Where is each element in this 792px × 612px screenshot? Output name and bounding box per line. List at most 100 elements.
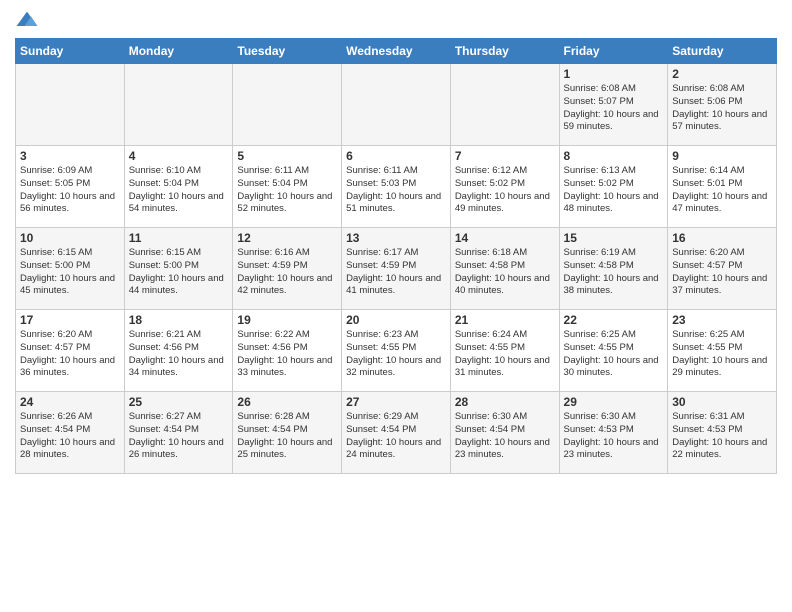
cell-info: Sunrise: 6:10 AM Sunset: 5:04 PM Dayligh… <box>129 165 229 216</box>
calendar-cell: 22 Sunrise: 6:25 AM Sunset: 4:55 PM Dayli… <box>559 310 668 392</box>
week-row-1: 3 Sunrise: 6:09 AM Sunset: 5:05 PM Daylig… <box>16 146 777 228</box>
col-header-monday: Monday <box>124 39 233 64</box>
calendar-cell: 3 Sunrise: 6:09 AM Sunset: 5:05 PM Daylig… <box>16 146 125 228</box>
logo-icon <box>15 10 39 30</box>
calendar-cell: 1Sunrise: 6:08 AM Sunset: 5:07 PM Daylig… <box>559 64 668 146</box>
calendar-cell: 23 Sunrise: 6:25 AM Sunset: 4:55 PM Dayli… <box>668 310 777 392</box>
calendar-cell: 18 Sunrise: 6:21 AM Sunset: 4:56 PM Dayli… <box>124 310 233 392</box>
day-number: 16 <box>672 231 772 245</box>
calendar-cell: 10 Sunrise: 6:15 AM Sunset: 5:00 PM Dayli… <box>16 228 125 310</box>
day-number: 12 <box>237 231 337 245</box>
day-number: 18 <box>129 313 229 327</box>
cell-info: Sunrise: 6:27 AM Sunset: 4:54 PM Dayligh… <box>129 411 229 462</box>
cell-info: Sunrise: 6:19 AM Sunset: 4:58 PM Dayligh… <box>564 247 664 298</box>
week-row-3: 17 Sunrise: 6:20 AM Sunset: 4:57 PM Dayli… <box>16 310 777 392</box>
cell-info: Sunrise: 6:16 AM Sunset: 4:59 PM Dayligh… <box>237 247 337 298</box>
col-header-saturday: Saturday <box>668 39 777 64</box>
day-number: 24 <box>20 395 120 409</box>
cell-info: Sunrise: 6:25 AM Sunset: 4:55 PM Dayligh… <box>672 329 772 380</box>
day-number: 25 <box>129 395 229 409</box>
calendar-cell: 28 Sunrise: 6:30 AM Sunset: 4:54 PM Dayli… <box>450 392 559 474</box>
calendar-cell: 27 Sunrise: 6:29 AM Sunset: 4:54 PM Dayli… <box>342 392 451 474</box>
calendar-cell: 24 Sunrise: 6:26 AM Sunset: 4:54 PM Dayli… <box>16 392 125 474</box>
day-number: 27 <box>346 395 446 409</box>
cell-info: Sunrise: 6:23 AM Sunset: 4:55 PM Dayligh… <box>346 329 446 380</box>
day-number: 17 <box>20 313 120 327</box>
calendar-cell: 25 Sunrise: 6:27 AM Sunset: 4:54 PM Dayli… <box>124 392 233 474</box>
day-number: 14 <box>455 231 555 245</box>
cell-info: Sunrise: 6:24 AM Sunset: 4:55 PM Dayligh… <box>455 329 555 380</box>
day-number: 15 <box>564 231 664 245</box>
day-number: 21 <box>455 313 555 327</box>
calendar-cell <box>342 64 451 146</box>
calendar-cell <box>124 64 233 146</box>
col-header-thursday: Thursday <box>450 39 559 64</box>
calendar-cell: 17 Sunrise: 6:20 AM Sunset: 4:57 PM Dayli… <box>16 310 125 392</box>
calendar-cell: 2Sunrise: 6:08 AM Sunset: 5:06 PM Daylig… <box>668 64 777 146</box>
cell-info: Sunrise: 6:15 AM Sunset: 5:00 PM Dayligh… <box>20 247 120 298</box>
calendar-cell: 9Sunrise: 6:14 AM Sunset: 5:01 PM Daylig… <box>668 146 777 228</box>
day-number: 4 <box>129 149 229 163</box>
calendar-cell: 12 Sunrise: 6:16 AM Sunset: 4:59 PM Dayli… <box>233 228 342 310</box>
day-number: 19 <box>237 313 337 327</box>
week-row-0: 1Sunrise: 6:08 AM Sunset: 5:07 PM Daylig… <box>16 64 777 146</box>
calendar-cell: 11Sunrise: 6:15 AM Sunset: 5:00 PM Dayli… <box>124 228 233 310</box>
calendar-cell: 21 Sunrise: 6:24 AM Sunset: 4:55 PM Dayli… <box>450 310 559 392</box>
cell-info: Sunrise: 6:15 AM Sunset: 5:00 PM Dayligh… <box>129 247 229 298</box>
cell-info: Sunrise: 6:14 AM Sunset: 5:01 PM Dayligh… <box>672 165 772 216</box>
day-number: 8 <box>564 149 664 163</box>
cell-info: Sunrise: 6:25 AM Sunset: 4:55 PM Dayligh… <box>564 329 664 380</box>
calendar-cell: 6Sunrise: 6:11 AM Sunset: 5:03 PM Daylig… <box>342 146 451 228</box>
day-number: 30 <box>672 395 772 409</box>
cell-info: Sunrise: 6:18 AM Sunset: 4:58 PM Dayligh… <box>455 247 555 298</box>
calendar-cell: 13Sunrise: 6:17 AM Sunset: 4:59 PM Dayli… <box>342 228 451 310</box>
calendar-cell <box>233 64 342 146</box>
day-number: 6 <box>346 149 446 163</box>
cell-info: Sunrise: 6:21 AM Sunset: 4:56 PM Dayligh… <box>129 329 229 380</box>
day-number: 3 <box>20 149 120 163</box>
day-number: 20 <box>346 313 446 327</box>
calendar-cell: 16 Sunrise: 6:20 AM Sunset: 4:57 PM Dayli… <box>668 228 777 310</box>
calendar-cell: 20 Sunrise: 6:23 AM Sunset: 4:55 PM Dayli… <box>342 310 451 392</box>
cell-info: Sunrise: 6:30 AM Sunset: 4:54 PM Dayligh… <box>455 411 555 462</box>
col-header-friday: Friday <box>559 39 668 64</box>
cell-info: Sunrise: 6:11 AM Sunset: 5:04 PM Dayligh… <box>237 165 337 216</box>
col-header-wednesday: Wednesday <box>342 39 451 64</box>
cell-info: Sunrise: 6:20 AM Sunset: 4:57 PM Dayligh… <box>672 247 772 298</box>
calendar-cell: 8 Sunrise: 6:13 AM Sunset: 5:02 PM Daylig… <box>559 146 668 228</box>
header-row-days: SundayMondayTuesdayWednesdayThursdayFrid… <box>16 39 777 64</box>
day-number: 23 <box>672 313 772 327</box>
day-number: 1 <box>564 67 664 81</box>
day-number: 7 <box>455 149 555 163</box>
calendar-cell: 5Sunrise: 6:11 AM Sunset: 5:04 PM Daylig… <box>233 146 342 228</box>
cell-info: Sunrise: 6:29 AM Sunset: 4:54 PM Dayligh… <box>346 411 446 462</box>
cell-info: Sunrise: 6:17 AM Sunset: 4:59 PM Dayligh… <box>346 247 446 298</box>
calendar-cell: 26Sunrise: 6:28 AM Sunset: 4:54 PM Dayli… <box>233 392 342 474</box>
col-header-tuesday: Tuesday <box>233 39 342 64</box>
calendar-cell: 30 Sunrise: 6:31 AM Sunset: 4:53 PM Dayli… <box>668 392 777 474</box>
day-number: 10 <box>20 231 120 245</box>
cell-info: Sunrise: 6:12 AM Sunset: 5:02 PM Dayligh… <box>455 165 555 216</box>
week-row-4: 24 Sunrise: 6:26 AM Sunset: 4:54 PM Dayli… <box>16 392 777 474</box>
calendar-cell: 29 Sunrise: 6:30 AM Sunset: 4:53 PM Dayli… <box>559 392 668 474</box>
cell-info: Sunrise: 6:28 AM Sunset: 4:54 PM Dayligh… <box>237 411 337 462</box>
cell-info: Sunrise: 6:30 AM Sunset: 4:53 PM Dayligh… <box>564 411 664 462</box>
cell-info: Sunrise: 6:20 AM Sunset: 4:57 PM Dayligh… <box>20 329 120 380</box>
cell-info: Sunrise: 6:26 AM Sunset: 4:54 PM Dayligh… <box>20 411 120 462</box>
calendar-cell <box>16 64 125 146</box>
calendar-cell: 7 Sunrise: 6:12 AM Sunset: 5:02 PM Daylig… <box>450 146 559 228</box>
day-number: 22 <box>564 313 664 327</box>
cell-info: Sunrise: 6:13 AM Sunset: 5:02 PM Dayligh… <box>564 165 664 216</box>
calendar-cell: 14 Sunrise: 6:18 AM Sunset: 4:58 PM Dayli… <box>450 228 559 310</box>
logo <box>15 10 43 30</box>
day-number: 28 <box>455 395 555 409</box>
cell-info: Sunrise: 6:22 AM Sunset: 4:56 PM Dayligh… <box>237 329 337 380</box>
cell-info: Sunrise: 6:31 AM Sunset: 4:53 PM Dayligh… <box>672 411 772 462</box>
calendar-table: SundayMondayTuesdayWednesdayThursdayFrid… <box>15 38 777 474</box>
day-number: 29 <box>564 395 664 409</box>
calendar-cell: 15 Sunrise: 6:19 AM Sunset: 4:58 PM Dayli… <box>559 228 668 310</box>
header-row <box>15 10 777 30</box>
day-number: 2 <box>672 67 772 81</box>
cell-info: Sunrise: 6:09 AM Sunset: 5:05 PM Dayligh… <box>20 165 120 216</box>
calendar-container: SundayMondayTuesdayWednesdayThursdayFrid… <box>0 0 792 484</box>
